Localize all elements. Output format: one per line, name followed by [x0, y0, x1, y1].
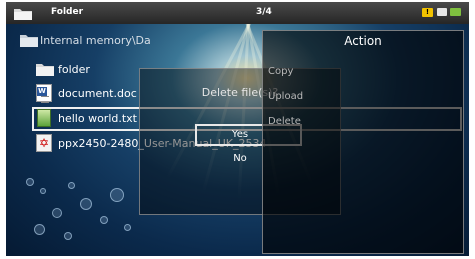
battery-icon: [450, 8, 461, 16]
menu-item-delete[interactable]: Delete: [268, 116, 301, 127]
page-indicator: 3/4: [256, 7, 272, 17]
warning-icon: !: [422, 8, 433, 17]
breadcrumb: Internal memory\Da: [20, 32, 270, 50]
folder-icon: [20, 33, 38, 50]
action-menu-title: Action: [344, 34, 382, 48]
folder-icon: [14, 7, 32, 23]
folder-small-icon: [437, 8, 447, 16]
screen: Folder 3/4 ! Internal memory\Da folder W…: [6, 2, 469, 256]
bubble: [34, 224, 45, 235]
text-file-icon: [37, 109, 51, 127]
folder-icon: [36, 62, 54, 79]
bubble: [52, 208, 62, 218]
action-menu: Action Copy Upload Delete: [262, 30, 464, 254]
list-item-label: document.doc: [58, 87, 137, 100]
bubble: [68, 182, 75, 189]
word-document-icon: W: [36, 84, 52, 103]
list-item-label: folder: [58, 63, 90, 76]
list-item-label: hello world.txt: [58, 112, 137, 125]
pdf-icon: ✡: [36, 134, 52, 152]
breadcrumb-path: Internal memory\Da: [40, 34, 151, 47]
bubble: [26, 178, 34, 186]
bubble: [80, 198, 92, 210]
bubble: [64, 232, 72, 240]
bubble: [110, 188, 124, 202]
window-title: Folder: [51, 7, 84, 17]
menu-item-copy[interactable]: Copy: [268, 66, 293, 77]
bubble: [100, 216, 108, 224]
status-bar: Folder 3/4 !: [6, 2, 469, 24]
bubble: [124, 224, 131, 231]
bubble: [40, 188, 46, 194]
menu-item-upload[interactable]: Upload: [268, 91, 303, 102]
